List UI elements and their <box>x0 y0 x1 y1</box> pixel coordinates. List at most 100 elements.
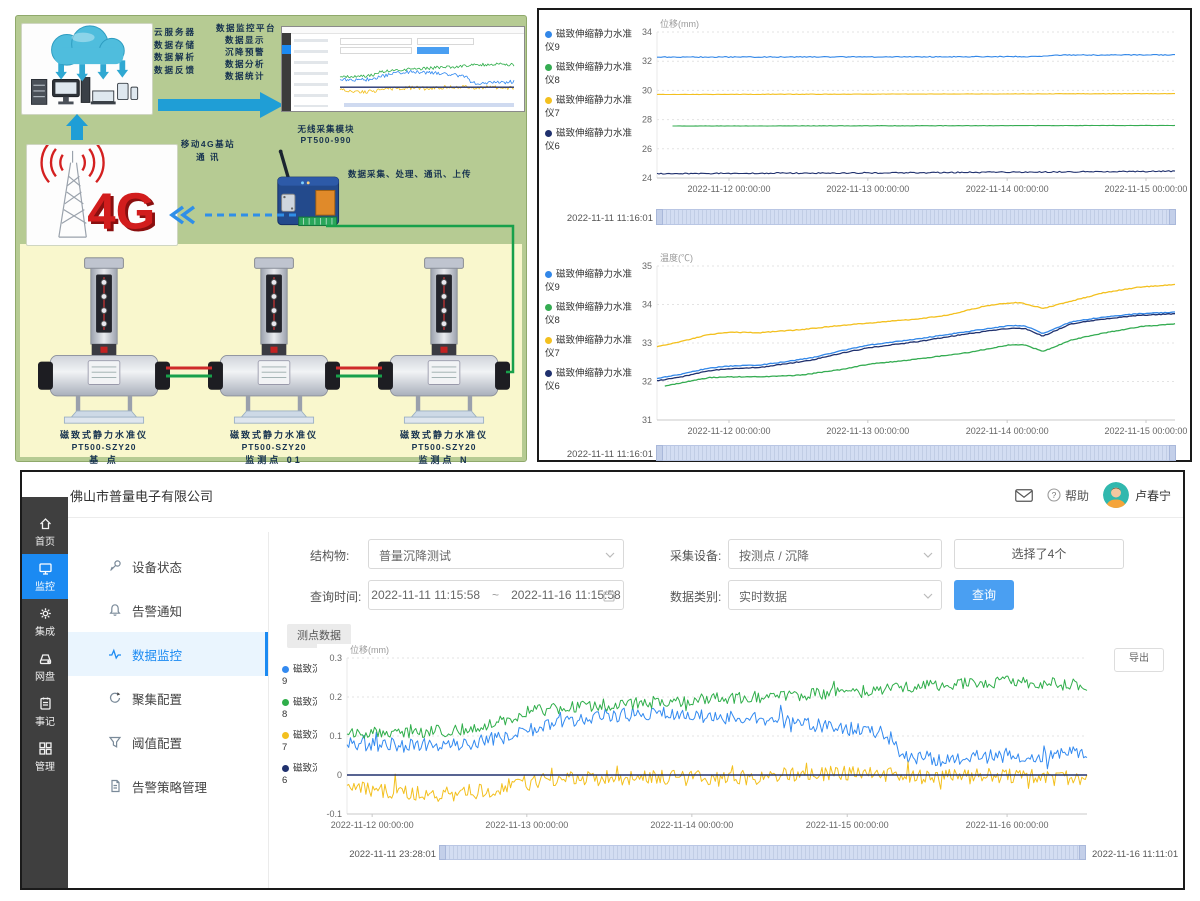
legend-item[interactable]: 磁致伸缩静力水准仪6 <box>545 127 635 153</box>
svg-text:35: 35 <box>642 261 652 271</box>
app-sidebar: 首页 监控 集成 网盘 事记 管理 <box>22 497 68 888</box>
series-dot <box>282 765 289 772</box>
sidebar-item-monitor[interactable]: 监控 <box>22 554 68 599</box>
wireless-link-arrow <box>164 204 299 226</box>
refresh-icon <box>108 691 122 705</box>
svg-text:30: 30 <box>642 85 652 95</box>
export-button[interactable]: 导出 <box>1114 648 1164 672</box>
sidebar-item-netdisk[interactable]: 网盘 <box>22 644 68 689</box>
series-dot <box>545 130 552 137</box>
point-data-chart: -0.100.10.20.32022-11-12 00:00:002022-11… <box>317 644 1117 844</box>
legend-item[interactable]: 磁致伸缩静力水准仪7 <box>545 334 635 360</box>
svg-text:2022-11-15 00:00:00: 2022-11-15 00:00:00 <box>1105 426 1187 436</box>
date-from: 2022-11-11 11:15:58 <box>371 588 480 602</box>
menu-item-threshold-config[interactable]: 阈值配置 <box>68 720 268 764</box>
user-profile[interactable]: 卢春宁 <box>1103 482 1171 508</box>
sidebar-item-integration[interactable]: 集成 <box>22 599 68 644</box>
legend-item[interactable]: 磁致伸缩静力水准仪8 <box>545 61 635 87</box>
module-process-caption: 数据采集、处理、通讯、上传 <box>348 168 524 180</box>
data-category-select[interactable]: 实时数据 <box>728 580 942 610</box>
module-menu: 设备状态 告警通知 数据监控 聚集配置 阈值配置 告警策略管理 <box>68 544 268 808</box>
mini-scrollbar <box>344 103 514 107</box>
svg-text:2022-11-12 00:00:00: 2022-11-12 00:00:00 <box>688 426 771 436</box>
menu-divider <box>268 532 269 888</box>
device-select[interactable]: 按测点 / 沉降 <box>728 539 942 569</box>
menu-item-data-monitor[interactable]: 数据监控 <box>68 632 268 676</box>
svg-text:温度(℃): 温度(℃) <box>660 252 693 263</box>
pulse-icon <box>108 647 122 661</box>
filter-icon <box>108 735 122 749</box>
scroll-start-time: 2022-11-11 11:16:01 <box>547 449 653 460</box>
level-sensor-base <box>38 256 170 425</box>
sensor-label-n: 磁致式静力水准仪 PT500-SZY20 监测点 N <box>378 428 510 466</box>
menu-item-alarm-notify[interactable]: 告警通知 <box>68 588 268 632</box>
legend-item[interactable]: 磁致伸缩静力水准仪6 <box>545 367 635 393</box>
monitor-icon <box>38 561 53 576</box>
svg-text:33: 33 <box>642 338 652 348</box>
level-sensor-n <box>378 256 510 425</box>
legend-item[interactable]: 磁致伸缩静力水准仪9 <box>545 28 635 54</box>
date-range-picker[interactable]: 2022-11-11 11:15:58 ~ 2022-11-16 11:15:5… <box>368 580 624 610</box>
menu-item-aggregation-config[interactable]: 聚集配置 <box>68 676 268 720</box>
sidebar-item-journal[interactable]: 事记 <box>22 689 68 734</box>
svg-text:2022-11-15 00:00:00: 2022-11-15 00:00:00 <box>806 820 889 830</box>
mini-menu <box>294 39 328 107</box>
svg-text:28: 28 <box>642 115 652 125</box>
menu-item-device-status[interactable]: 设备状态 <box>68 544 268 588</box>
svg-text:0.2: 0.2 <box>329 692 342 702</box>
legend-item[interactable]: 磁致伸缩静力水准仪7 <box>545 94 635 120</box>
header-divider <box>68 517 1183 518</box>
svg-text:24: 24 <box>642 173 652 183</box>
level-sensor-01 <box>208 256 340 425</box>
cloud-devices-icon <box>22 24 150 112</box>
svg-text:0.3: 0.3 <box>329 653 342 663</box>
structure-label: 结构物: <box>310 547 349 564</box>
svg-text:34: 34 <box>642 300 652 310</box>
monitoring-dashboard: 佛山市普量电子有限公司 ? 帮助 <box>20 470 1185 890</box>
scroll-start-time: 2022-11-11 11:16:01 <box>547 213 653 224</box>
menu-item-alarm-strategy[interactable]: 告警策略管理 <box>68 764 268 808</box>
4g-tower-image: 4G 4G <box>26 144 178 246</box>
displacement-datazoom[interactable] <box>657 209 1175 225</box>
drive-icon <box>38 651 53 666</box>
series-dot <box>545 31 552 38</box>
svg-text:2022-11-16 00:00:00: 2022-11-16 00:00:00 <box>966 820 1049 830</box>
mini-filter <box>417 38 474 45</box>
question-icon: ? <box>1047 488 1061 502</box>
svg-text:位移(mm): 位移(mm) <box>350 644 389 655</box>
mail-icon[interactable] <box>1015 489 1033 502</box>
legend-item[interactable]: 磁致伸缩静力水准仪9 <box>545 268 635 294</box>
structure-select[interactable]: 普量沉降测试 <box>368 539 624 569</box>
scroll-end-time: 2022-11-16 11:11:01 <box>1092 849 1178 860</box>
sensor-charts-panel: 磁致伸缩静力水准仪9 磁致伸缩静力水准仪8 磁致伸缩静力水准仪7 磁致伸缩静力水… <box>537 8 1192 462</box>
series-dot <box>545 271 552 278</box>
svg-text:2022-11-13 00:00:00: 2022-11-13 00:00:00 <box>485 820 568 830</box>
legend-item[interactable]: 磁致伸缩静力水准仪8 <box>545 301 635 327</box>
series-dot <box>282 666 289 673</box>
series-dot <box>545 304 552 311</box>
svg-text:2022-11-12 00:00:00: 2022-11-12 00:00:00 <box>688 184 771 194</box>
svg-text:2022-11-13 00:00:00: 2022-11-13 00:00:00 <box>826 426 909 436</box>
series-dot <box>545 337 552 344</box>
mini-filter <box>340 38 412 45</box>
sidebar-item-management[interactable]: 管理 <box>22 734 68 779</box>
sidebar-item-home[interactable]: 首页 <box>22 509 68 554</box>
temperature-datazoom[interactable] <box>657 445 1175 461</box>
main-datazoom[interactable] <box>440 845 1085 860</box>
grid-icon <box>38 741 53 756</box>
help-button[interactable]: ? 帮助 <box>1047 487 1089 504</box>
selected-points-button[interactable]: 选择了4个 <box>954 539 1124 569</box>
sensor-label-01: 磁致式静力水准仪 PT500-SZY20 监测点 01 <box>208 428 340 466</box>
gear-icon <box>38 606 53 621</box>
series-dot <box>282 732 289 739</box>
query-button[interactable]: 查询 <box>954 580 1014 610</box>
4g-tower-icon: 4G 4G <box>27 145 175 243</box>
svg-text:32: 32 <box>642 56 652 66</box>
user-name: 卢春宁 <box>1135 487 1171 504</box>
svg-text:0: 0 <box>337 770 342 780</box>
displacement-legend: 磁致伸缩静力水准仪9 磁致伸缩静力水准仪8 磁致伸缩静力水准仪7 磁致伸缩静力水… <box>545 28 635 160</box>
chevron-down-icon <box>605 552 615 558</box>
svg-text:26: 26 <box>642 144 652 154</box>
svg-text:?: ? <box>1052 490 1057 500</box>
mini-filter <box>340 47 412 54</box>
